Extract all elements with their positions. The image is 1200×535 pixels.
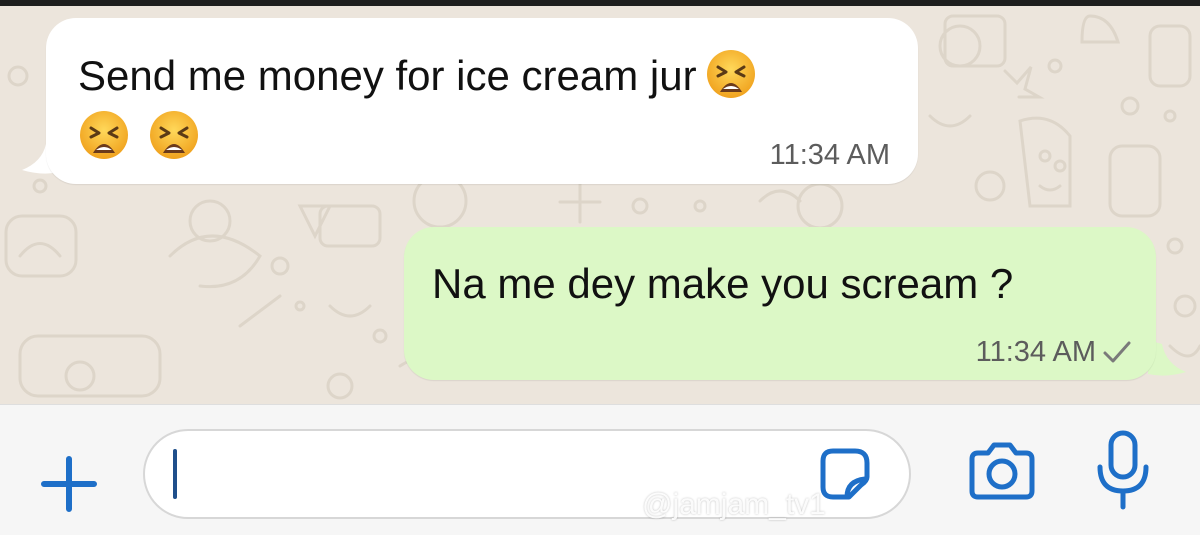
single-check-icon	[1103, 341, 1131, 363]
outgoing-message-text: Na me dey make you scream ?	[432, 260, 1014, 307]
microphone-icon[interactable]	[1092, 429, 1154, 511]
outgoing-message-time: 11:34 AM	[975, 336, 1096, 368]
weary-face-emoji-icon	[706, 49, 755, 98]
watermark-handle: @jamjam_tv1	[642, 488, 826, 521]
chat-area[interactable]: Send me money for ice cream jur 11:34 AM…	[0, 6, 1200, 404]
outgoing-message-bubble[interactable]: Na me dey make you scream ? 11:34 AM	[404, 227, 1156, 380]
tiktok-icon	[613, 489, 635, 515]
camera-icon[interactable]	[964, 439, 1040, 503]
incoming-message-time: 11:34 AM	[769, 139, 890, 171]
incoming-message-bubble[interactable]: Send me money for ice cream jur 11:34 AM	[46, 18, 918, 184]
weary-face-emoji-icon	[80, 110, 128, 159]
plus-icon[interactable]	[36, 451, 102, 517]
message-composer-bar	[0, 404, 1200, 535]
tiktok-watermark: @jamjam_tv1	[612, 488, 826, 522]
weary-face-emoji-icon	[150, 110, 198, 159]
incoming-emoji-line	[78, 108, 218, 161]
text-cursor	[173, 449, 177, 499]
incoming-message-line: Send me money for ice cream jur	[78, 49, 757, 100]
incoming-message-text: Send me money for ice cream jur	[78, 52, 697, 99]
